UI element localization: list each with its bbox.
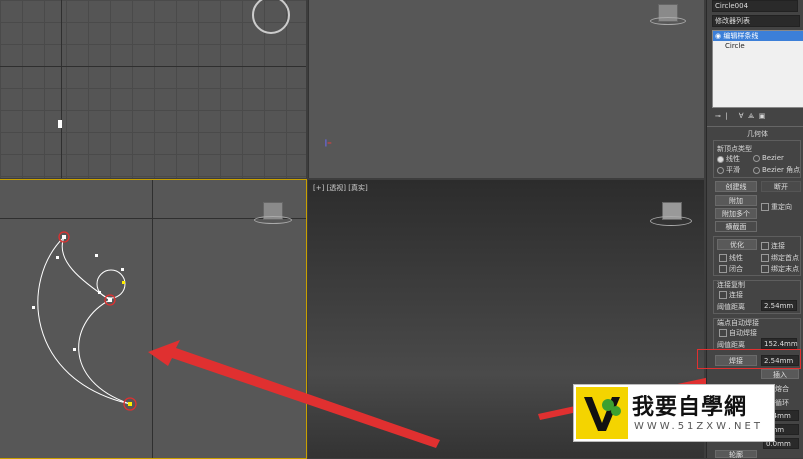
- object-name-field[interactable]: Circle004: [712, 0, 798, 12]
- attach-button[interactable]: 附加: [715, 195, 757, 206]
- checkbox-icon: [761, 242, 769, 250]
- grid-axis-vertical: [61, 0, 62, 178]
- connect-threshold-field[interactable]: 2.54mm: [761, 300, 797, 311]
- stack-item-edit-spline[interactable]: ◉ 编辑样条线: [713, 31, 803, 41]
- radio-icon: [753, 154, 760, 162]
- insert-button[interactable]: 插入: [761, 369, 799, 379]
- auto-weld-checkbox[interactable]: 自动焊接: [719, 328, 757, 338]
- checkbox-icon: [761, 203, 769, 211]
- stack-item-circle[interactable]: Circle: [713, 41, 803, 51]
- radio-icon: [717, 155, 724, 163]
- radio-bezier[interactable]: Bezier: [753, 154, 784, 162]
- checkbox-label: 线性: [729, 254, 743, 262]
- radio-icon: [717, 166, 724, 174]
- vertex-handle[interactable]: [73, 348, 76, 351]
- eye-icon[interactable]: ◉: [715, 32, 721, 40]
- radio-label: 平滑: [726, 166, 740, 174]
- checkbox-label: 重定向: [771, 203, 792, 211]
- viewport-label[interactable]: [+] [透视] [真实]: [313, 183, 368, 193]
- stack-tool-icons[interactable]: ⊸ | ∀ ⟁ ▣: [715, 112, 765, 121]
- vertex[interactable]: [128, 402, 132, 406]
- radio-linear[interactable]: 线性: [717, 154, 740, 164]
- checkbox-label: 连接: [729, 291, 743, 299]
- stack-item-label: 编辑样条线: [723, 32, 759, 40]
- spline-small-circle: [96, 269, 126, 299]
- refine-linear-checkbox[interactable]: 线性: [719, 253, 743, 263]
- rollout-title[interactable]: 几何体: [747, 129, 768, 139]
- radio-bezier-corner[interactable]: Bezier 角点: [753, 165, 800, 175]
- spline-lower-arc: [78, 299, 131, 405]
- top-viewport[interactable]: [0, 0, 306, 178]
- spline-inner-arc: [61, 236, 111, 301]
- vertex-handle[interactable]: [95, 254, 98, 257]
- viewcube-ring-icon: [650, 17, 686, 25]
- watermark-title: 我要自學網: [632, 395, 748, 420]
- viewcube-ring-icon: [650, 216, 692, 226]
- vertex-handle[interactable]: [56, 256, 59, 259]
- left-viewport[interactable]: [0, 179, 307, 459]
- radio-label: Bezier: [762, 154, 784, 162]
- radio-icon: [753, 166, 760, 174]
- vertex-handle[interactable]: [32, 306, 35, 309]
- radio-label: Bezier 角点: [762, 166, 801, 174]
- radio-label: 线性: [726, 155, 740, 163]
- checkbox-icon: [719, 254, 727, 262]
- radio-smooth[interactable]: 平滑: [717, 165, 740, 175]
- end-point-weld-label: 端点自动焊接: [717, 319, 759, 327]
- bind-first-checkbox[interactable]: 绑定首点: [761, 253, 799, 263]
- spline-canvas[interactable]: [0, 180, 306, 458]
- spline-outer-arc: [37, 236, 131, 405]
- connect-copy-checkbox[interactable]: 连接: [719, 290, 743, 300]
- refine-closed-checkbox[interactable]: 闭合: [719, 264, 743, 274]
- checkbox-label: 连接: [771, 242, 785, 250]
- reorient-checkbox[interactable]: 重定向: [761, 202, 792, 212]
- cycle-label[interactable]: 循环: [775, 398, 789, 408]
- refine-button[interactable]: 优化: [717, 239, 757, 250]
- stack-item-label: Circle: [725, 42, 745, 50]
- vertex-marker: [58, 120, 62, 128]
- vertex-handle[interactable]: [122, 281, 125, 284]
- fuse-label[interactable]: 熔合: [775, 384, 789, 394]
- vertex[interactable]: [108, 298, 112, 302]
- vertex-handle[interactable]: [121, 268, 124, 271]
- vertex[interactable]: [62, 235, 66, 239]
- checkbox-icon: [761, 265, 769, 273]
- modifier-list-dropdown[interactable]: 修改器列表: [712, 15, 800, 27]
- grid-axis-horizontal: [0, 66, 306, 67]
- viewcube-ring-icon[interactable]: [252, 0, 290, 34]
- front-viewport[interactable]: ┃━: [308, 0, 704, 178]
- fillet-button[interactable]: 轮廓: [715, 450, 757, 459]
- vertex-handle[interactable]: [98, 291, 101, 294]
- checkbox-label: 自动焊接: [729, 329, 757, 337]
- checkbox-icon: [719, 291, 727, 299]
- connect-threshold-label: 阈值距离: [717, 303, 745, 311]
- connect-checkbox[interactable]: 连接: [761, 241, 785, 251]
- checkbox-icon: [761, 254, 769, 262]
- divider: [707, 126, 803, 127]
- weld-threshold-field[interactable]: 152.4mm: [761, 338, 798, 349]
- connect-copy-label: 连接复制: [717, 281, 745, 289]
- cross-section-button[interactable]: 横截面: [715, 221, 757, 232]
- axis-gizmo-icon: ┃━: [324, 140, 332, 147]
- weld-highlight-box: [697, 349, 801, 369]
- checkbox-label: 闭合: [729, 265, 743, 273]
- bind-last-checkbox[interactable]: 绑定末点: [761, 264, 799, 274]
- attach-multiple-button[interactable]: 附加多个: [715, 208, 757, 219]
- checkbox-label: 绑定首点: [771, 254, 799, 262]
- watermark-logo: 我要自學網 WWW.51ZXW.NET: [573, 384, 775, 442]
- checkbox-icon: [719, 329, 727, 337]
- watermark-url: WWW.51ZXW.NET: [634, 421, 763, 432]
- viewport-divider: [308, 0, 309, 178]
- checkbox-icon: [719, 265, 727, 273]
- create-line-button[interactable]: 创建线: [715, 181, 757, 192]
- modifier-stack[interactable]: ◉ 编辑样条线 Circle: [712, 30, 803, 108]
- checkbox-label: 绑定末点: [771, 265, 799, 273]
- new-vertex-type-label: 新顶点类型: [717, 145, 752, 153]
- watermark-v-logo-icon: [576, 387, 628, 439]
- break-button[interactable]: 断开: [761, 181, 801, 192]
